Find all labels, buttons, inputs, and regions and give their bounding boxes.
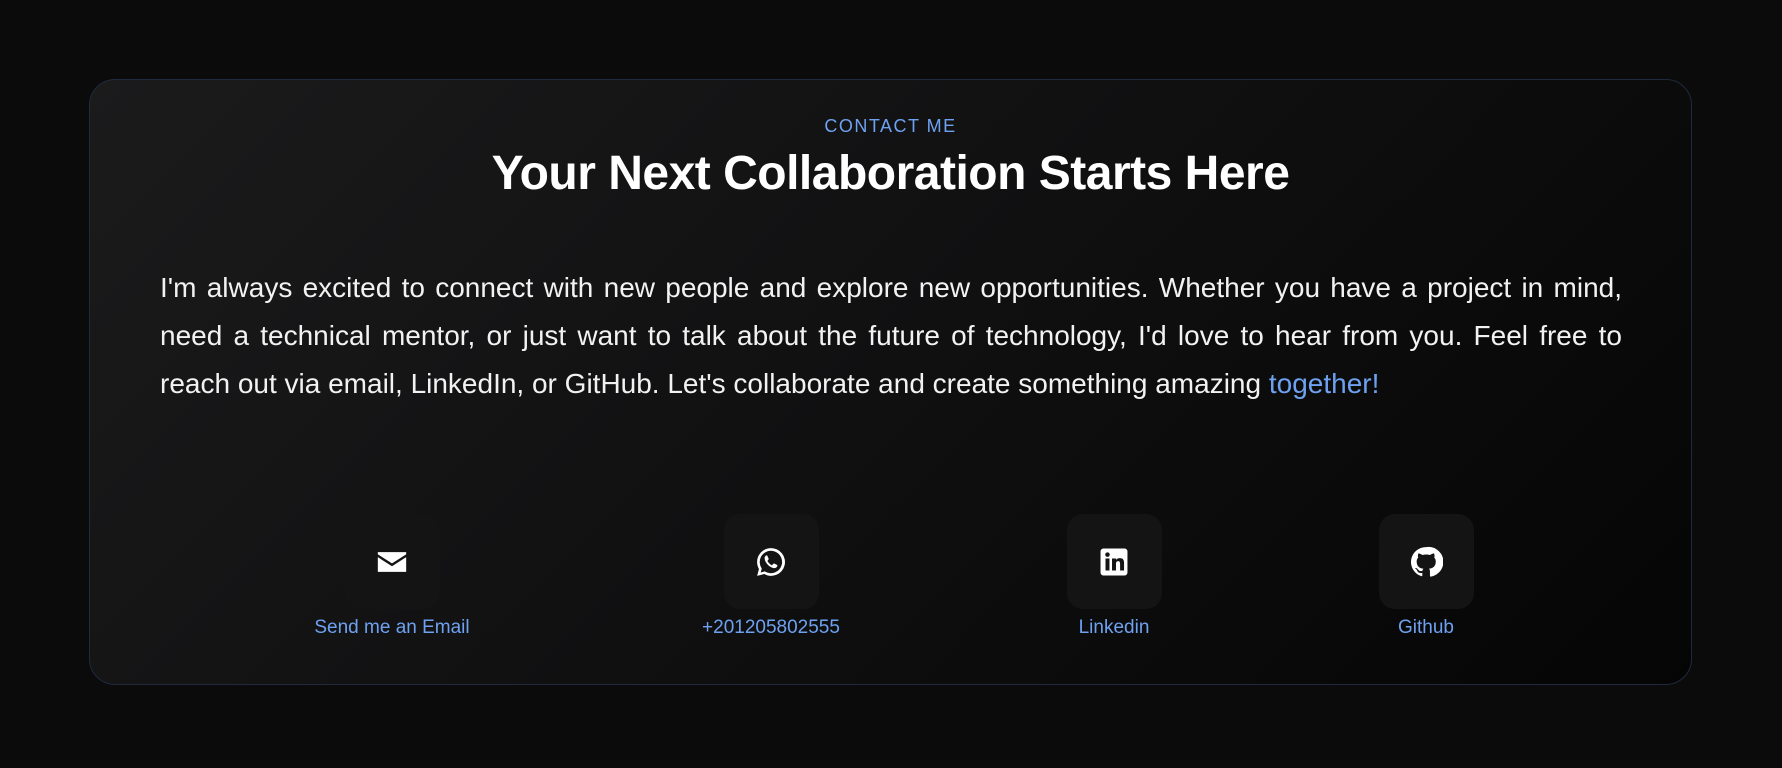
whatsapp-tile[interactable]: [723, 514, 819, 609]
github-link[interactable]: Github: [1326, 514, 1526, 644]
contact-card: CONTACT ME Your Next Collaboration Start…: [89, 79, 1692, 685]
intro-paragraph: I'm always excited to connect with new p…: [160, 264, 1622, 408]
page: CONTACT ME Your Next Collaboration Start…: [0, 0, 1782, 768]
section-eyebrow: CONTACT ME: [824, 116, 957, 136]
whatsapp-link[interactable]: +201205802555: [671, 514, 871, 644]
linkedin-label: Linkedin: [1078, 617, 1150, 638]
linkedin-link[interactable]: Linkedin: [1014, 514, 1214, 644]
intro-highlight: together!: [1268, 368, 1380, 399]
email-link[interactable]: Send me an Email: [292, 514, 492, 644]
linkedin-icon: [1100, 548, 1128, 575]
whatsapp-icon: [757, 547, 785, 576]
linkedin-tile[interactable]: [1066, 514, 1162, 609]
github-label: Github: [1398, 617, 1454, 638]
phone-label: +201205802555: [702, 617, 840, 638]
email-tile[interactable]: [344, 514, 440, 609]
github-tile[interactable]: [1378, 514, 1474, 609]
github-icon: [1410, 546, 1443, 577]
intro-text: I'm always excited to connect with new p…: [160, 272, 1622, 399]
email-label: Send me an Email: [314, 617, 470, 638]
envelope-icon: [377, 551, 407, 572]
section-title: Your Next Collaboration Starts Here: [491, 147, 1290, 200]
